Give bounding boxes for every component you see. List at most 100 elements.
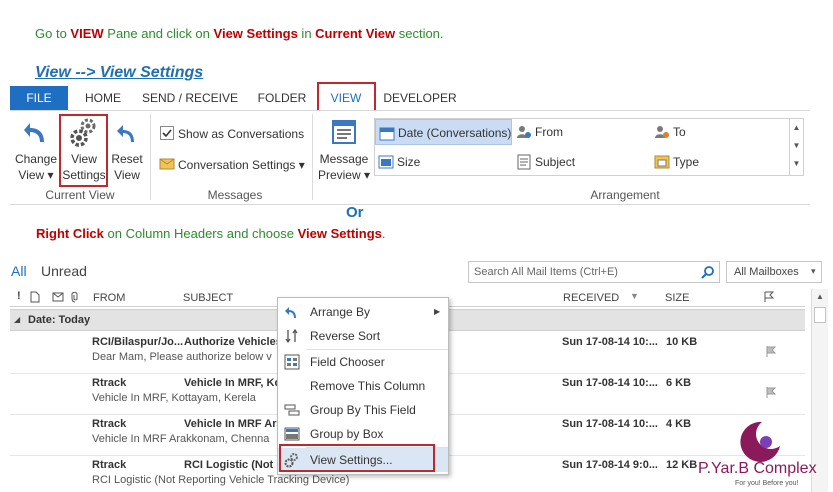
change-view-button[interactable]: Change View ▾ [15,116,57,186]
menu-item-label: Remove This Column [310,379,426,393]
gallery-scroll[interactable]: ▲ ▼ ▼ [789,119,803,175]
mail-subject: Vehicle In MRF, Ko [184,377,282,389]
menu-item-arrange-by[interactable]: Arrange By ▶ [278,300,448,324]
tab-send-receive[interactable]: SEND / RECEIVE [140,86,240,110]
scroll-up-arrow-icon[interactable]: ▲ [812,289,828,305]
arrange-option-label: Size [397,155,421,169]
subject-icon [517,154,531,170]
mail-from: Rtrack [92,418,127,430]
reset-view-button[interactable]: Reset View [111,116,143,186]
mail-received: Sun 17-08-14 9:0... [562,459,658,471]
tab-file[interactable]: FILE [10,86,68,110]
conversation-settings-button[interactable]: Conversation Settings ▾ [178,158,305,172]
check-icon [162,129,172,138]
received-column-header[interactable]: RECEIVED [563,292,619,304]
tab-home[interactable]: HOME [76,86,130,110]
menu-item-reverse-sort[interactable]: Reverse Sort [278,324,448,348]
arrange-option-label: Date (Conversations) [398,126,512,140]
change-view-label: Change [14,152,58,166]
watermark-tagline: For you! Before you! [735,480,799,487]
message-preview-icon [332,120,356,144]
filter-all[interactable]: All [11,263,27,279]
arrange-type[interactable]: Type [651,149,788,175]
arrange-subject[interactable]: Subject [513,149,650,175]
instruction-text: . [381,226,386,241]
mail-received: Sun 17-08-14 10:... [562,336,658,348]
mail-preview: RCI Logistic (Not Reporting Vehicle Trac… [92,474,350,486]
collapse-triangle-icon[interactable]: ◢ [14,315,20,324]
reminder-column-icon[interactable] [52,291,64,303]
group-divider [150,114,151,200]
attachment-column-icon[interactable] [71,291,79,303]
search-placeholder: Search All Mail Items (Ctrl+E) [474,266,618,278]
show-as-conversations-label[interactable]: Show as Conversations [178,127,304,141]
menu-item-remove-column[interactable]: Remove This Column [278,374,448,398]
scroll-thumb[interactable] [814,307,826,323]
instruction-highlight: Current View [315,26,396,41]
instruction-text: Go to [35,26,71,41]
message-preview-button[interactable]: Message Preview ▾ [318,116,370,186]
flag-icon[interactable] [765,386,777,399]
gallery-more-icon[interactable]: ▼ [790,155,803,173]
chevron-down-icon: ▾ [811,266,816,276]
mailbox-scope-dropdown[interactable]: All Mailboxes ▾ [726,261,822,283]
arrange-option-label: From [535,125,563,139]
search-icon[interactable] [701,266,714,279]
mail-received: Sun 17-08-14 10:... [562,418,658,430]
arrange-from[interactable]: From [513,119,650,145]
watermark-name: P.Yar.B Complex [698,460,817,477]
importance-column-icon[interactable]: ! [17,290,21,302]
menu-item-group-by-box[interactable]: Group by Box [278,422,448,446]
message-preview-label: Preview ▾ [317,168,371,182]
instruction-text: on Column Headers and choose [103,226,298,241]
menu-item-field-chooser[interactable]: Field Chooser [278,350,448,374]
mail-subject: Authorize Vehicles [184,336,282,348]
mailbox-scope-label: All Mailboxes [734,266,799,278]
arrange-to[interactable]: To [651,119,788,145]
from-column-header[interactable]: FROM [93,292,125,304]
document-column-icon[interactable] [30,291,40,303]
flag-icon[interactable] [765,345,777,358]
instruction-text: Pane and click on [103,26,214,41]
instruction-text: in [297,26,316,41]
gallery-up-arrow-icon[interactable]: ▲ [790,119,803,137]
menu-item-label: Reverse Sort [310,329,381,343]
current-view-group-label: Current View [45,188,115,202]
search-box[interactable]: Search All Mail Items (Ctrl+E) [468,261,720,283]
arrange-size[interactable]: Size [375,149,512,175]
mail-preview: Vehicle In MRF Arakkonam, Chenna [92,433,270,445]
or-separator: Or [346,204,364,221]
subject-column-header[interactable]: SUBJECT [183,292,233,304]
change-view-label: View ▾ [18,168,54,182]
mail-from: Rtrack [92,377,127,389]
menu-item-group-by-field[interactable]: Group By This Field [278,398,448,422]
mail-size: 10 KB [666,336,698,348]
instruction-highlight: Right Click [36,226,104,241]
mail-subject: Vehicle In MRF Ara [184,418,283,430]
filter-unread[interactable]: Unread [41,263,87,279]
arrange-option-label: Subject [535,155,576,169]
instruction-highlight: View Settings [213,26,298,41]
tutorial-heading: View --> View Settings [35,64,204,81]
mail-size: 12 KB [666,459,698,471]
arrange-date-conversations[interactable]: Date (Conversations) [375,119,512,145]
submenu-arrow-icon: ▶ [434,307,441,316]
show-as-conversations-checkbox[interactable] [160,126,174,140]
person-icon [655,126,669,138]
mail-received: Sun 17-08-14 10:... [562,377,658,389]
arrange-option-label: Type [673,155,700,169]
flag-column-icon[interactable] [763,291,775,303]
group-box-icon [284,427,300,441]
gallery-down-arrow-icon[interactable]: ▼ [790,137,803,155]
size-column-header[interactable]: SIZE [665,292,689,304]
message-preview-label: Message [319,152,369,166]
field-chooser-icon [284,354,300,370]
mail-preview: Vehicle In MRF, Kottayam, Kerela [92,392,256,404]
group-divider [312,114,313,200]
calendar-icon [379,127,395,141]
view-settings-callout [59,114,108,187]
menu-item-label: Arrange By [310,305,371,319]
tab-folder[interactable]: FOLDER [252,86,312,110]
tab-developer[interactable]: DEVELOPER [380,86,460,110]
instruction-line-1: Go to VIEW Pane and click on View Settin… [35,26,444,41]
